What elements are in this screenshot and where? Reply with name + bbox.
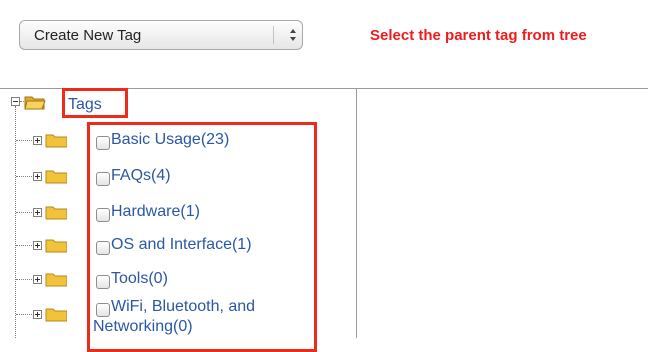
root-highlight: [62, 88, 128, 118]
folder-icon: [45, 308, 67, 322]
stepper-icon: [290, 29, 296, 41]
expand-icon[interactable]: [33, 172, 42, 181]
folder-icon: [45, 170, 67, 184]
panel-divider: [356, 88, 357, 338]
folder-icon: [45, 206, 67, 220]
collapse-icon[interactable]: [11, 97, 20, 106]
expand-icon[interactable]: [33, 241, 42, 250]
folder-open-icon: [24, 96, 46, 110]
tree-connector: [16, 140, 32, 141]
tree-connector: [16, 212, 32, 213]
tree-connector: [16, 314, 32, 315]
tree-connector: [16, 279, 32, 280]
instruction-text: Select the parent tag from tree: [370, 27, 587, 44]
tag-action-select-value: Create New Tag: [34, 27, 142, 44]
expand-icon[interactable]: [33, 275, 42, 284]
folder-icon: [45, 134, 67, 148]
tree-connector: [16, 245, 32, 246]
tree-connector: [16, 176, 32, 177]
expand-icon[interactable]: [33, 136, 42, 145]
select-divider: [273, 26, 274, 44]
folder-icon: [45, 273, 67, 287]
expand-icon[interactable]: [33, 208, 42, 217]
children-highlight: [87, 122, 317, 352]
folder-icon: [45, 239, 67, 253]
expand-icon[interactable]: [33, 310, 42, 319]
tag-action-select[interactable]: Create New Tag: [19, 20, 303, 50]
